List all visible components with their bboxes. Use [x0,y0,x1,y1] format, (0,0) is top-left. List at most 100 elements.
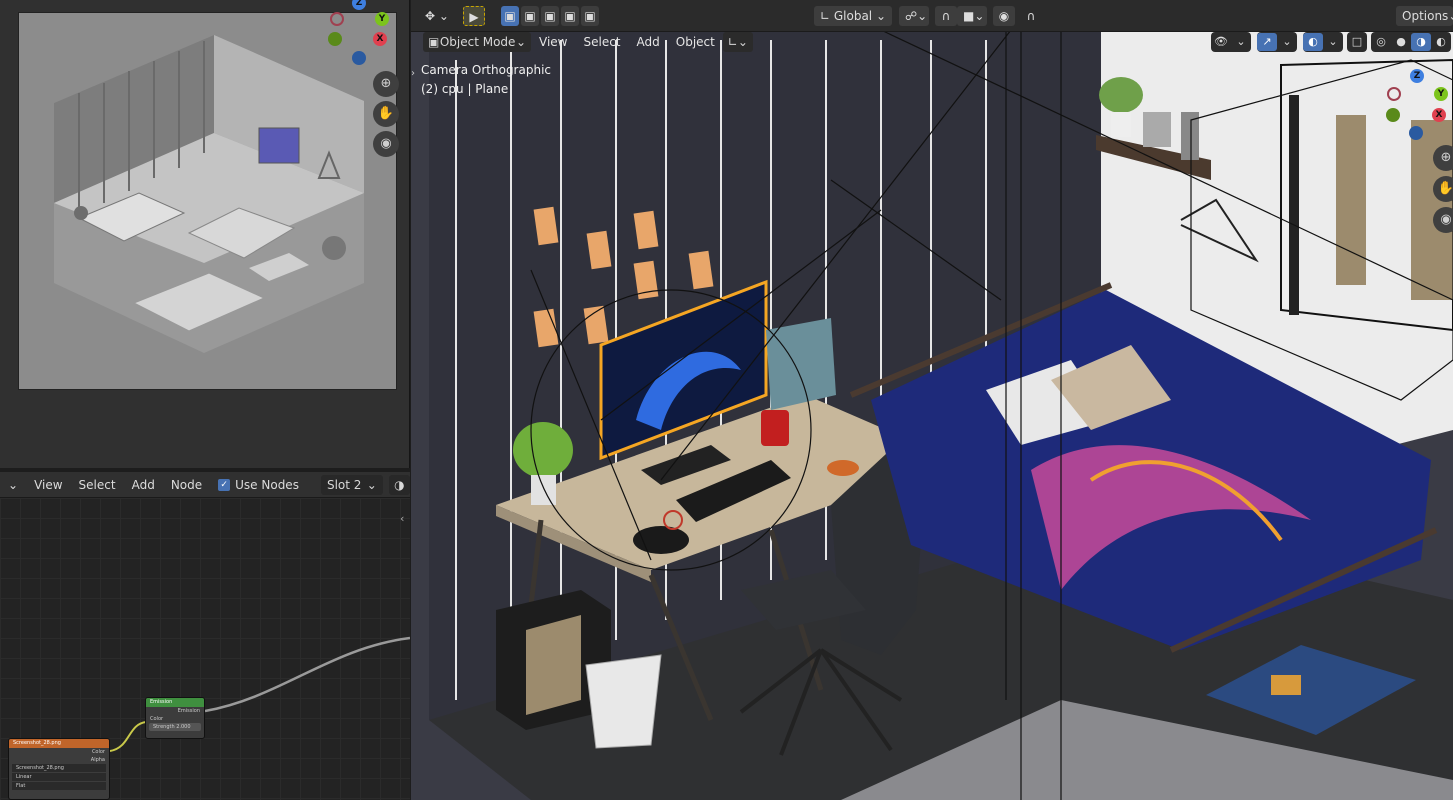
select-new-icon[interactable]: ▣ [501,6,519,26]
slot-dropdown[interactable]: Slot 2 ⌄ [320,474,383,495]
rendered-shading-icon[interactable]: ◐ [1431,33,1451,51]
proportional-edit-icon[interactable]: ◉ [993,6,1015,26]
sidebar-toggle-icon[interactable]: › [411,68,415,79]
strength-value: 2.000 [176,724,191,730]
use-nodes-toggle[interactable]: ✓ Use Nodes [210,478,307,492]
overlays-icon[interactable]: ◐ [1303,33,1323,51]
emission-output-socket: Emission [177,708,200,714]
gizmo-toggle-group[interactable]: ↗ ⌄ [1257,32,1297,52]
select-tool-icon[interactable]: ▶ [463,6,485,26]
checkbox-checked-icon[interactable]: ✓ [218,478,231,491]
chevron-down-icon[interactable]: ⌄ [1323,33,1343,51]
image-node-title: Screenshot_28.png [9,739,109,748]
chevron-down-icon[interactable]: ⌄ [1277,33,1297,51]
menu-node[interactable]: Node [163,478,210,492]
zoom-icon[interactable]: ⊕ [1433,145,1453,171]
nav-gizmo-z-icon[interactable]: Z [1410,69,1424,83]
chevron-down-icon: ⌄ [875,9,886,23]
viewport-header: ▣ Object Mode ⌄ View Select Add Object ∟… [411,30,753,54]
node-editor-header: ⌄ View Select Add Node ✓ Use Nodes Slot … [0,472,410,498]
nav-gizmo-neg-x-icon[interactable] [1387,87,1401,101]
xray-toggle[interactable]: □ [1347,32,1367,52]
gizmo-x-icon[interactable]: X [373,32,387,46]
viewport-toolbar: ✥ ⌄ ▶ ▣ ▣ ▣ ▣ ▣ ∟ Global ⌄ ☍⌄ ∩ ■⌄ ◉ ∩ O… [411,0,1453,32]
slot-label: Slot 2 [326,477,362,492]
gizmo-neg-y-icon[interactable] [328,32,342,46]
solid-shading-icon[interactable]: ● [1391,33,1411,51]
gizmo-z-icon[interactable]: Z [352,0,366,10]
options-dropdown[interactable]: Options ⌄ [1396,6,1453,26]
menu-select[interactable]: Select [575,35,628,49]
snap-toggle-icon[interactable]: ∩ [935,6,957,26]
chevron-down-icon[interactable]: ⌄ [1231,33,1251,51]
shading-group[interactable]: ◎ ● ◑ ◐ [1371,32,1451,52]
menu-view[interactable]: View [531,35,575,49]
transform-gizmo-dropdown[interactable]: ∟⌄ [722,32,753,52]
menu-object[interactable]: Object [668,35,723,49]
menu-select[interactable]: Select [71,478,124,492]
scene-render [411,0,1453,800]
pan-hand-icon[interactable]: ✋ [1433,176,1453,202]
gizmo-neg-z-icon[interactable] [352,51,366,65]
visibility-dropdown[interactable]: 👁 ⌄ [1211,32,1251,52]
nav-gizmo-neg-y-icon[interactable] [1386,108,1400,122]
emission-color-input: Color [150,716,164,722]
falloff-dropdown[interactable]: ∩ [1017,6,1045,26]
select-subtract-icon[interactable]: ▣ [541,6,559,26]
emission-node-title: Emission [146,698,204,707]
image-editor-panel: Z Y X ⊕ ✋ ◉ [0,0,410,468]
emission-node[interactable]: Emission Emission Color Strength 2.000 [145,697,205,739]
image-texture-node[interactable]: Screenshot_28.png Color Alpha Screenshot… [8,738,110,800]
image-alpha-output: Alpha [90,757,105,763]
image-file-field[interactable]: Screenshot_28.png [12,764,106,772]
interpolation-dropdown[interactable]: Linear [12,773,106,781]
pan-hand-icon[interactable]: ✋ [373,101,399,127]
menu-add[interactable]: Add [629,35,668,49]
chevron-down-icon: ⌄ [1448,6,1453,26]
object-mode-icon: ▣ [428,35,440,49]
gizmo-y-icon[interactable]: Y [375,12,389,26]
gizmo-toggle-icon[interactable]: ↗ [1257,33,1277,51]
active-object-label: (2) cpu | Plane [421,82,509,96]
chevron-down-icon: ⌄ [366,477,377,492]
xray-icon[interactable]: □ [1347,33,1367,51]
room-render [19,13,396,389]
transform-orientation-dropdown[interactable]: ∟ Global ⌄ [814,6,892,26]
object-mode-label: Object Mode [439,35,516,49]
use-nodes-label: Use Nodes [235,477,299,492]
options-label: Options [1402,9,1449,23]
snap-target-dropdown[interactable]: ■⌄ [957,6,987,26]
image-color-output: Color [91,749,105,755]
chevron-down-icon: ⌄ [515,35,526,49]
pivot-point-dropdown[interactable]: ☍⌄ [899,6,929,26]
strength-label: Strength [153,724,175,730]
overlay-toggle-group[interactable]: ◐ ⌄ [1303,32,1343,52]
material-preview-dropdown[interactable]: ◑ [388,474,410,495]
nav-gizmo-y-icon[interactable]: Y [1434,87,1448,101]
orientation-label: Global [833,9,873,23]
camera-view-label: Camera Orthographic [421,63,551,77]
select-extend-icon[interactable]: ▣ [521,6,539,26]
editor-type-dropdown[interactable]: ⌄ [0,478,26,492]
menu-add[interactable]: Add [124,478,163,492]
nav-gizmo-neg-z-icon[interactable] [1409,126,1423,140]
gizmo-neg-x-icon[interactable] [330,12,344,26]
menu-view[interactable]: View [26,478,70,492]
editor-type-button[interactable]: ✥ ⌄ [419,6,455,26]
select-invert-icon[interactable]: ▣ [561,6,579,26]
select-intersect-icon[interactable]: ▣ [581,6,599,26]
zoom-icon[interactable]: ⊕ [373,71,399,97]
material-shading-icon[interactable]: ◑ [1411,33,1431,51]
wireframe-shading-icon[interactable]: ◎ [1371,33,1391,51]
orientation-icon: ∟ [820,9,831,23]
render-preview-image [18,12,397,390]
object-mode-dropdown[interactable]: ▣ Object Mode ⌄ [423,32,531,52]
node-editor-canvas[interactable]: ‹ Emission Emission Color Strength 2.000… [0,498,410,800]
3d-viewport[interactable]: ✥ ⌄ ▶ ▣ ▣ ▣ ▣ ▣ ∟ Global ⌄ ☍⌄ ∩ ■⌄ ◉ ∩ O… [411,0,1453,800]
eye-icon[interactable]: 👁 [1211,33,1231,51]
camera-view-icon[interactable]: ◉ [373,131,399,157]
nav-gizmo-x-icon[interactable]: X [1432,108,1446,122]
projection-dropdown[interactable]: Flat [12,782,106,790]
camera-view-icon[interactable]: ◉ [1433,207,1453,233]
emission-strength-field[interactable]: Strength 2.000 [149,723,201,731]
